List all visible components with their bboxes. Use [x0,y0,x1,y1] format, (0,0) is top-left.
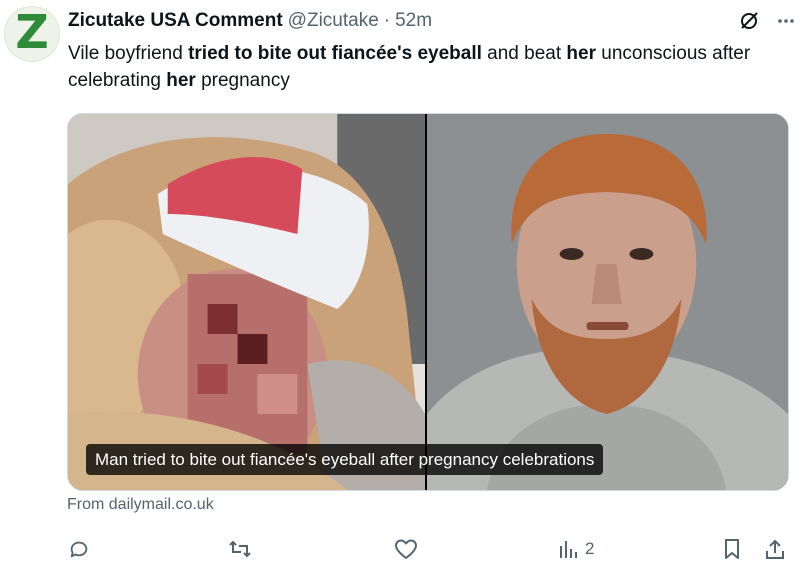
separator-dot: · [383,10,391,31]
card-image-left [68,114,425,490]
post-text-segment: pregnancy [195,70,290,91]
like-button[interactable] [394,534,424,564]
reply-button[interactable] [68,534,96,564]
post-time[interactable]: 52m [395,10,432,32]
avatar[interactable]: Z [4,6,60,62]
views-button[interactable]: 2 [557,534,594,564]
post-text-bold: her [166,70,196,91]
post-text-segment: and beat [481,43,567,64]
grok-icon[interactable] [738,10,760,32]
reply-icon [68,538,90,560]
share-icon [764,538,786,560]
card-caption: Man tried to bite out fiancée's eyeball … [86,444,604,475]
post-header: Zicutake USA Comment @Zicutake · 52m [68,8,796,34]
post-text-bold: her [566,43,596,64]
card-source[interactable]: From dailymail.co.uk [67,496,214,514]
post-text: Vile boyfriend tried to bite out fiancée… [68,40,798,94]
author-name[interactable]: Zicutake USA Comment [68,10,283,32]
link-card-media[interactable] [67,113,789,491]
repost-icon [228,538,252,560]
bookmark-button[interactable] [722,534,742,564]
views-icon [557,538,579,560]
views-count: 2 [585,539,595,558]
action-bar: 2 [60,534,800,564]
bookmark-icon [722,538,742,560]
repost-button[interactable] [228,534,258,564]
post-text-segment: Vile boyfriend [68,43,189,64]
share-button[interactable] [764,534,786,564]
card-image-right [427,114,788,490]
author-handle[interactable]: @Zicutake [288,10,379,32]
avatar-letter: Z [15,6,49,59]
more-icon[interactable] [776,11,796,31]
like-icon [394,538,418,560]
post-text-bold: tried to bite out fiancée's eyeball [188,43,482,64]
